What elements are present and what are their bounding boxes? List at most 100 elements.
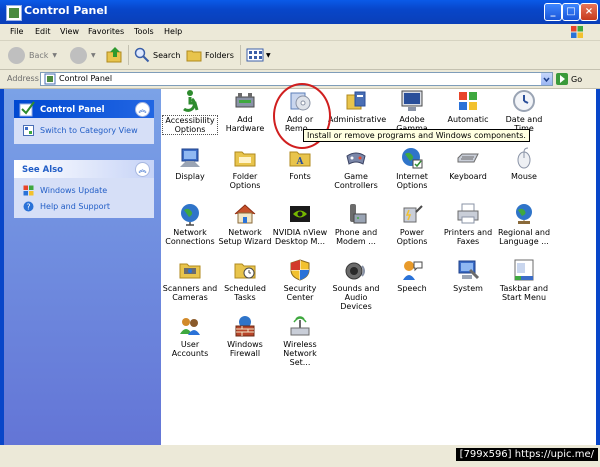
item-folder-options[interactable]: Folder Options [217,146,273,190]
title-bar[interactable]: Control Panel _ □ × [0,0,600,24]
printer-icon [456,202,480,226]
item-label: Folder Options [229,172,261,190]
back-dropdown-icon[interactable]: ▼ [52,52,57,59]
item-keyboard[interactable]: Keyboard [440,146,496,181]
search-label: Search [153,50,181,60]
item-fonts[interactable]: A Fonts [272,146,328,181]
item-display[interactable]: Display [162,146,218,181]
hardware-icon [233,89,257,113]
item-wireless-network-setup[interactable]: Wireless Network Set... [272,314,328,367]
menu-file[interactable]: File [10,27,23,36]
item-regional-and-language[interactable]: Regional and Language ... [496,202,552,246]
item-administrative-tools[interactable]: Administrative [328,89,386,124]
address-dropdown-button[interactable] [541,73,552,85]
menu-edit[interactable]: Edit [35,27,51,36]
speech-icon [400,258,424,282]
scanner-icon [178,258,202,282]
keyboard-icon [456,146,480,170]
item-scheduled-tasks[interactable]: Scheduled Tasks [217,258,273,302]
see-also-title: See Also [22,165,64,175]
up-folder-icon [106,47,122,63]
speaker-icon [344,258,368,282]
forward-button[interactable]: ▼ [70,45,96,65]
clock-icon [512,89,536,113]
item-phone-and-modem[interactable]: Phone and Modem ... [328,202,384,246]
item-scanners-and-cameras[interactable]: Scanners and Cameras [162,258,218,302]
close-button[interactable]: × [580,3,598,21]
back-arrow-icon [8,46,25,64]
windows-update-link[interactable]: Windows Update [40,186,107,195]
control-panel-box-title: Control Panel [40,105,105,115]
tooltip: Install or remove programs and Windows c… [303,129,530,142]
fonts-icon: A [288,146,312,170]
item-security-center[interactable]: Security Center [272,258,328,302]
go-button[interactable]: Go [556,72,582,86]
item-automatic-updates[interactable]: Automatic [440,89,496,124]
forward-dropdown-icon[interactable]: ▼ [91,52,96,59]
display-icon [178,146,202,170]
item-accessibility-options[interactable]: Accessibility Options [162,89,218,135]
item-label: Phone and Modem ... [334,228,378,246]
help-icon: ? [23,201,34,212]
switch-category-view-link[interactable]: Switch to Category View [40,126,138,135]
menu-tools[interactable]: Tools [134,27,154,36]
toolbar: Back ▼ ▼ Search Folders ▼ [0,41,600,70]
wireless-icon [288,314,312,338]
item-power-options[interactable]: Power Options [384,202,440,246]
menu-view[interactable]: View [60,27,79,36]
collapse-chevron-icon[interactable]: ︽ [135,102,150,117]
globe-clock-icon [512,202,536,226]
folders-button[interactable]: Folders [186,45,234,65]
menu-help[interactable]: Help [164,27,182,36]
up-folder-button[interactable] [106,45,124,65]
item-game-controllers[interactable]: Game Controllers [328,146,384,190]
item-label: Printers and Faxes [443,228,493,246]
item-network-connections[interactable]: Network Connections [162,202,218,246]
item-label: Game Controllers [334,172,378,190]
watermark: [799x596] https://upic.me/ [455,448,598,461]
phone-icon [344,202,368,226]
item-network-setup-wizard[interactable]: Network Setup Wizard [217,202,273,246]
item-internet-options[interactable]: Internet Options [384,146,440,190]
power-icon [400,202,424,226]
item-speech[interactable]: Speech [384,258,440,293]
go-arrow-icon [556,73,568,85]
admin-tools-icon [344,89,368,113]
firewall-icon [233,314,257,338]
windows-logo-icon [571,26,583,38]
address-value: Control Panel [59,74,113,83]
collapse-chevron-icon[interactable]: ︽ [135,162,150,177]
item-taskbar-and-start-menu[interactable]: Taskbar and Start Menu [496,258,552,302]
item-mouse[interactable]: Mouse [496,146,552,181]
item-label: Sounds and Audio Devices [332,284,380,311]
svg-text:?: ? [26,203,30,212]
search-button[interactable]: Search [134,45,180,65]
item-sounds-and-audio[interactable]: Sounds and Audio Devices [328,258,384,311]
system-icon [456,258,480,282]
see-also-header[interactable]: See Also ︽ [14,160,154,178]
views-button[interactable]: ▼ [246,45,271,65]
windows-update-icon [23,185,34,196]
item-label: Windows Firewall [227,340,263,358]
item-user-accounts[interactable]: User Accounts [162,314,218,358]
item-adobe-gamma[interactable]: Adobe Gamma [384,89,440,133]
address-label: Address [7,74,39,83]
views-dropdown-icon: ▼ [266,51,271,59]
item-label: Mouse [511,172,537,181]
taskbar-icon [512,258,536,282]
control-panel-box-header[interactable]: Control Panel ︽ [14,100,154,118]
control-panel-checkbox-icon [19,101,35,117]
menu-bar: File Edit View Favorites Tools Help [0,24,600,41]
item-label: Keyboard [449,172,487,181]
item-windows-firewall[interactable]: Windows Firewall [217,314,273,358]
back-button[interactable]: Back ▼ [8,45,57,65]
item-nvidia-nview[interactable]: NVIDIA nView Desktop M... [272,202,328,246]
item-printers-and-faxes[interactable]: Printers and Faxes [440,202,496,246]
help-support-link[interactable]: Help and Support [40,202,110,211]
menu-favorites[interactable]: Favorites [88,27,124,36]
item-system[interactable]: System [440,258,496,293]
maximize-button[interactable]: □ [562,3,580,21]
item-date-and-time[interactable]: Date and Time [496,89,552,133]
item-add-hardware[interactable]: Add Hardware [217,89,273,133]
minimize-button[interactable]: _ [544,3,562,21]
